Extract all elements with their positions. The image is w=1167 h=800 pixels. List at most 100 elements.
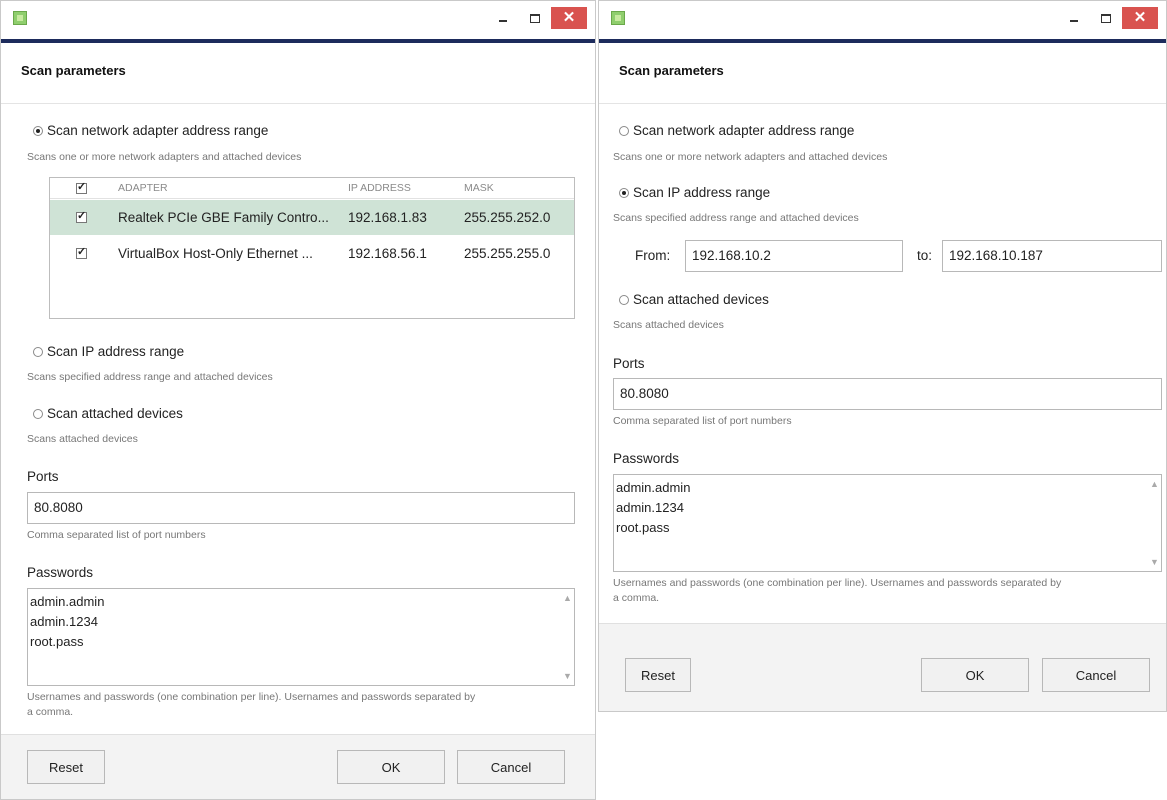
reset-button[interactable]: Reset — [27, 750, 105, 784]
radio-button[interactable] — [33, 408, 43, 419]
radio-button[interactable] — [33, 125, 43, 136]
column-header-adapter[interactable]: ADAPTER — [118, 178, 168, 198]
radio-scan-adapter-range[interactable]: Scan network adapter address range — [33, 123, 268, 138]
table-row[interactable]: Realtek PCIe GBE Family Contro... 192.16… — [50, 200, 574, 235]
title-accent-line — [1, 39, 595, 43]
from-address-input[interactable]: 192.168.10.2 — [685, 240, 903, 272]
option-hint: Scans specified address range and attach… — [27, 371, 273, 383]
passwords-hint: Usernames and passwords (one combination… — [27, 691, 476, 703]
cancel-button[interactable]: Cancel — [457, 750, 565, 784]
section-divider — [599, 103, 1166, 104]
scroll-down-icon[interactable]: ▼ — [1150, 557, 1159, 567]
to-address-input[interactable]: 192.168.10.187 — [942, 240, 1162, 272]
scroll-up-icon[interactable]: ▲ — [563, 593, 572, 603]
app-icon — [13, 11, 27, 25]
vertical-scrollbar[interactable]: ▲ ▼ — [560, 589, 574, 685]
maximize-icon — [530, 13, 540, 23]
radio-scan-ip-range[interactable]: Scan IP address range — [619, 185, 770, 200]
radio-label: Scan attached devices — [633, 292, 769, 307]
radio-button[interactable] — [619, 294, 629, 305]
minimize-icon — [499, 20, 507, 22]
checkbox[interactable] — [76, 180, 87, 194]
passwords-hint-continued: a comma. — [27, 706, 74, 718]
table-header: ADAPTER IP ADDRESS MASK — [50, 178, 574, 199]
option-hint: Scans specified address range and attach… — [613, 212, 859, 224]
ok-button[interactable]: OK — [921, 658, 1029, 692]
radio-button[interactable] — [619, 187, 629, 198]
scan-parameters-window-left: ✕ Scan parameters Scan network adapter a… — [0, 0, 596, 800]
minimize-button[interactable] — [487, 6, 519, 30]
app-icon — [611, 11, 625, 25]
scan-parameters-window-right: ✕ Scan parameters Scan network adapter a… — [598, 0, 1167, 712]
adapter-ip: 192.168.1.83 — [348, 210, 427, 225]
radio-scan-adapter-range[interactable]: Scan network adapter address range — [619, 123, 854, 138]
radio-label: Scan network adapter address range — [633, 123, 855, 138]
title-bar[interactable]: ✕ — [1, 1, 595, 39]
passwords-label: Passwords — [27, 565, 94, 580]
radio-scan-ip-range[interactable]: Scan IP address range — [33, 344, 184, 359]
close-button[interactable]: ✕ — [1122, 7, 1158, 29]
dialog-footer: Reset OK Cancel — [599, 623, 1166, 711]
ports-input[interactable]: 80.8080 — [613, 378, 1162, 410]
scroll-up-icon[interactable]: ▲ — [1150, 479, 1159, 489]
from-label: From: — [635, 248, 671, 263]
ports-label: Ports — [27, 469, 59, 484]
row-checkbox-cell[interactable] — [76, 200, 90, 235]
cancel-button[interactable]: Cancel — [1042, 658, 1150, 692]
option-hint: Scans one or more network adapters and a… — [613, 151, 888, 163]
password-line: admin.admin — [30, 594, 105, 609]
adapter-mask: 255.255.252.0 — [464, 210, 551, 225]
passwords-textarea[interactable]: admin.admin admin.1234 root.pass ▲ ▼ — [27, 588, 575, 686]
adapter-name: Realtek PCIe GBE Family Contro... — [118, 210, 329, 225]
column-header-mask[interactable]: MASK — [464, 178, 494, 198]
checkbox[interactable] — [76, 245, 87, 259]
passwords-textarea[interactable]: admin.admin admin.1234 root.pass ▲ ▼ — [613, 474, 1162, 572]
option-hint: Scans attached devices — [27, 433, 138, 445]
section-title: Scan parameters — [21, 63, 126, 78]
radio-scan-attached-devices[interactable]: Scan attached devices — [619, 292, 769, 307]
maximize-button[interactable] — [1090, 6, 1122, 30]
minimize-button[interactable] — [1058, 6, 1090, 30]
radio-scan-attached-devices[interactable]: Scan attached devices — [33, 406, 183, 421]
minimize-icon — [1070, 20, 1078, 22]
maximize-icon — [1101, 13, 1111, 23]
title-bar[interactable]: ✕ — [599, 1, 1166, 39]
column-header-ip-address[interactable]: IP ADDRESS — [348, 178, 411, 198]
ports-hint: Comma separated list of port numbers — [27, 529, 206, 541]
ports-label: Ports — [613, 356, 645, 371]
window-controls: ✕ — [1058, 5, 1158, 31]
checkbox[interactable] — [76, 209, 87, 223]
section-divider — [1, 103, 595, 104]
row-checkbox-cell[interactable] — [76, 236, 90, 271]
password-line: root.pass — [616, 520, 670, 535]
adapter-mask: 255.255.255.0 — [464, 246, 551, 261]
password-line: admin.admin — [616, 480, 691, 495]
password-line: root.pass — [30, 634, 84, 649]
adapter-table: ADAPTER IP ADDRESS MASK Realtek PCIe GBE… — [49, 177, 575, 319]
radio-label: Scan network adapter address range — [47, 123, 269, 138]
close-icon: ✕ — [562, 9, 576, 26]
scroll-down-icon[interactable]: ▼ — [563, 671, 572, 681]
adapter-ip: 192.168.56.1 — [348, 246, 427, 261]
ports-hint: Comma separated list of port numbers — [613, 415, 792, 427]
close-icon: ✕ — [1133, 9, 1147, 26]
option-hint: Scans attached devices — [613, 319, 724, 331]
reset-button[interactable]: Reset — [625, 658, 691, 692]
select-all-checkbox[interactable] — [76, 178, 90, 198]
vertical-scrollbar[interactable]: ▲ ▼ — [1147, 475, 1161, 571]
close-button[interactable]: ✕ — [551, 7, 587, 29]
option-hint: Scans one or more network adapters and a… — [27, 151, 302, 163]
radio-button[interactable] — [33, 346, 43, 357]
passwords-label: Passwords — [613, 451, 680, 466]
radio-button[interactable] — [619, 125, 629, 136]
password-line: admin.1234 — [30, 614, 98, 629]
radio-label: Scan attached devices — [47, 406, 183, 421]
dialog-footer: Reset OK Cancel — [1, 734, 595, 799]
ok-button[interactable]: OK — [337, 750, 445, 784]
to-label: to: — [917, 248, 933, 263]
passwords-hint-continued: a comma. — [613, 592, 660, 604]
maximize-button[interactable] — [519, 6, 551, 30]
table-row[interactable]: VirtualBox Host-Only Ethernet ... 192.16… — [50, 236, 574, 271]
ports-input[interactable]: 80.8080 — [27, 492, 575, 524]
title-accent-line — [599, 39, 1166, 43]
